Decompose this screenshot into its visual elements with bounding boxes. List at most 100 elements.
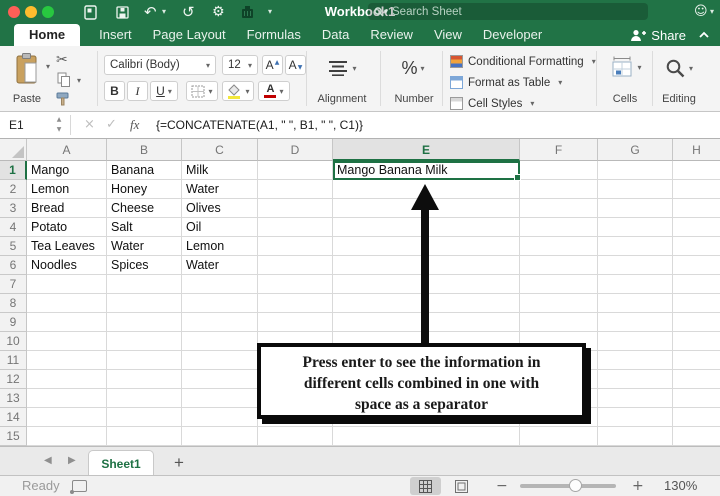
row-header-12[interactable]: 12 bbox=[0, 370, 27, 389]
tab-view[interactable]: View bbox=[432, 24, 464, 46]
fill-handle[interactable] bbox=[514, 174, 521, 181]
minimize-window-button[interactable] bbox=[25, 6, 37, 18]
row-header-4[interactable]: 4 bbox=[0, 218, 27, 237]
zoom-out-icon[interactable]: − bbox=[496, 476, 508, 496]
cell-B9[interactable] bbox=[107, 313, 182, 332]
cell-C14[interactable] bbox=[182, 408, 258, 427]
row-header-9[interactable]: 9 bbox=[0, 313, 27, 332]
cell-C10[interactable] bbox=[182, 332, 258, 351]
cell-B12[interactable] bbox=[107, 370, 182, 389]
cell-E15[interactable] bbox=[333, 427, 520, 446]
row-header-8[interactable]: 8 bbox=[0, 294, 27, 313]
cell-B10[interactable] bbox=[107, 332, 182, 351]
cell-D8[interactable] bbox=[258, 294, 333, 313]
column-header-G[interactable]: G bbox=[598, 139, 673, 161]
share-button[interactable]: Share bbox=[630, 24, 686, 46]
row-header-1[interactable]: 1 bbox=[0, 161, 27, 180]
cell-A7[interactable] bbox=[27, 275, 107, 294]
zoom-slider-knob[interactable] bbox=[569, 479, 582, 492]
cell-H2[interactable] bbox=[673, 180, 720, 199]
row-header-14[interactable]: 14 bbox=[0, 408, 27, 427]
cell-C12[interactable] bbox=[182, 370, 258, 389]
column-header-B[interactable]: B bbox=[107, 139, 182, 161]
cell-H11[interactable] bbox=[673, 351, 720, 370]
new-workbook-icon[interactable] bbox=[84, 5, 97, 20]
sheet-tab-sheet1[interactable]: Sheet1 bbox=[88, 450, 154, 476]
page-layout-view-button[interactable] bbox=[446, 477, 477, 495]
cell-styles-button[interactable]: Cell Styles ▾ bbox=[450, 94, 534, 113]
font-color-button[interactable]: A ▾ bbox=[258, 81, 290, 101]
font-size-select[interactable]: 12 ▾ bbox=[222, 55, 258, 75]
row-header-11[interactable]: 11 bbox=[0, 351, 27, 370]
copy-icon[interactable] bbox=[57, 72, 71, 88]
cell-H7[interactable] bbox=[673, 275, 720, 294]
cell-D2[interactable] bbox=[258, 180, 333, 199]
zoom-window-button[interactable] bbox=[42, 6, 54, 18]
decrease-font-size-button[interactable]: A ▼ bbox=[285, 55, 306, 75]
cell-C2[interactable]: Water bbox=[182, 180, 258, 199]
borders-button[interactable]: ▾ bbox=[186, 81, 218, 101]
number-format-button[interactable]: % ▾ bbox=[394, 54, 432, 82]
fill-color-button[interactable]: ▾ bbox=[222, 81, 254, 101]
underline-button[interactable]: U ▾ bbox=[150, 81, 178, 101]
cell-C5[interactable]: Lemon bbox=[182, 237, 258, 256]
cell-G11[interactable] bbox=[598, 351, 673, 370]
cell-G3[interactable] bbox=[598, 199, 673, 218]
italic-button[interactable]: I bbox=[127, 81, 148, 101]
cell-F8[interactable] bbox=[520, 294, 598, 313]
cell-C6[interactable]: Water bbox=[182, 256, 258, 275]
cell-B4[interactable]: Salt bbox=[107, 218, 182, 237]
cell-B5[interactable]: Water bbox=[107, 237, 182, 256]
normal-view-button[interactable] bbox=[410, 477, 441, 495]
feedback-dropdown-icon[interactable]: ▾ bbox=[710, 0, 714, 24]
feedback-smiley-icon[interactable]: ☺ bbox=[694, 0, 708, 24]
zoom-in-icon[interactable]: + bbox=[632, 476, 644, 496]
alignment-button[interactable]: ▾ bbox=[318, 54, 366, 82]
format-painter-icon[interactable] bbox=[56, 92, 70, 106]
format-as-table-button[interactable]: Format as Table ▾ bbox=[450, 73, 562, 92]
zoom-slider-track[interactable] bbox=[520, 484, 616, 488]
cell-G6[interactable] bbox=[598, 256, 673, 275]
cell-G5[interactable] bbox=[598, 237, 673, 256]
formula-input[interactable]: {=CONCATENATE(A1, " ", B1, " ", C1)} bbox=[156, 112, 363, 138]
cell-C15[interactable] bbox=[182, 427, 258, 446]
cell-D4[interactable] bbox=[258, 218, 333, 237]
cell-D1[interactable] bbox=[258, 161, 333, 180]
tab-formulas[interactable]: Formulas bbox=[245, 24, 303, 46]
search-input[interactable]: ▾ Search Sheet bbox=[368, 3, 648, 20]
column-header-C[interactable]: C bbox=[182, 139, 258, 161]
row-header-10[interactable]: 10 bbox=[0, 332, 27, 351]
name-box[interactable]: E1 bbox=[0, 112, 52, 138]
cell-G14[interactable] bbox=[598, 408, 673, 427]
column-header-H[interactable]: H bbox=[673, 139, 720, 161]
cell-F2[interactable] bbox=[520, 180, 598, 199]
zoom-level[interactable]: 130% bbox=[664, 476, 697, 496]
cell-G7[interactable] bbox=[598, 275, 673, 294]
cell-F5[interactable] bbox=[520, 237, 598, 256]
tab-insert[interactable]: Insert bbox=[97, 24, 134, 46]
row-header-2[interactable]: 2 bbox=[0, 180, 27, 199]
cell-G8[interactable] bbox=[598, 294, 673, 313]
cell-B2[interactable]: Honey bbox=[107, 180, 182, 199]
save-icon[interactable] bbox=[116, 6, 129, 19]
cell-D3[interactable] bbox=[258, 199, 333, 218]
cell-A14[interactable] bbox=[27, 408, 107, 427]
cell-A4[interactable]: Potato bbox=[27, 218, 107, 237]
cell-F4[interactable] bbox=[520, 218, 598, 237]
cell-E1[interactable]: Mango Banana Milk bbox=[333, 161, 520, 180]
cell-A3[interactable]: Bread bbox=[27, 199, 107, 218]
cell-A13[interactable] bbox=[27, 389, 107, 408]
more-commands-icon[interactable]: ▾ bbox=[268, 0, 272, 24]
row-header-7[interactable]: 7 bbox=[0, 275, 27, 294]
cell-D7[interactable] bbox=[258, 275, 333, 294]
cell-H5[interactable] bbox=[673, 237, 720, 256]
cell-F15[interactable] bbox=[520, 427, 598, 446]
row-header-6[interactable]: 6 bbox=[0, 256, 27, 275]
cell-G2[interactable] bbox=[598, 180, 673, 199]
cell-F1[interactable] bbox=[520, 161, 598, 180]
column-header-A[interactable]: A bbox=[27, 139, 107, 161]
cell-C13[interactable] bbox=[182, 389, 258, 408]
cell-A9[interactable] bbox=[27, 313, 107, 332]
prev-sheet-icon[interactable]: ◀ bbox=[44, 447, 52, 475]
cells-button[interactable]: ▾ bbox=[604, 52, 648, 82]
